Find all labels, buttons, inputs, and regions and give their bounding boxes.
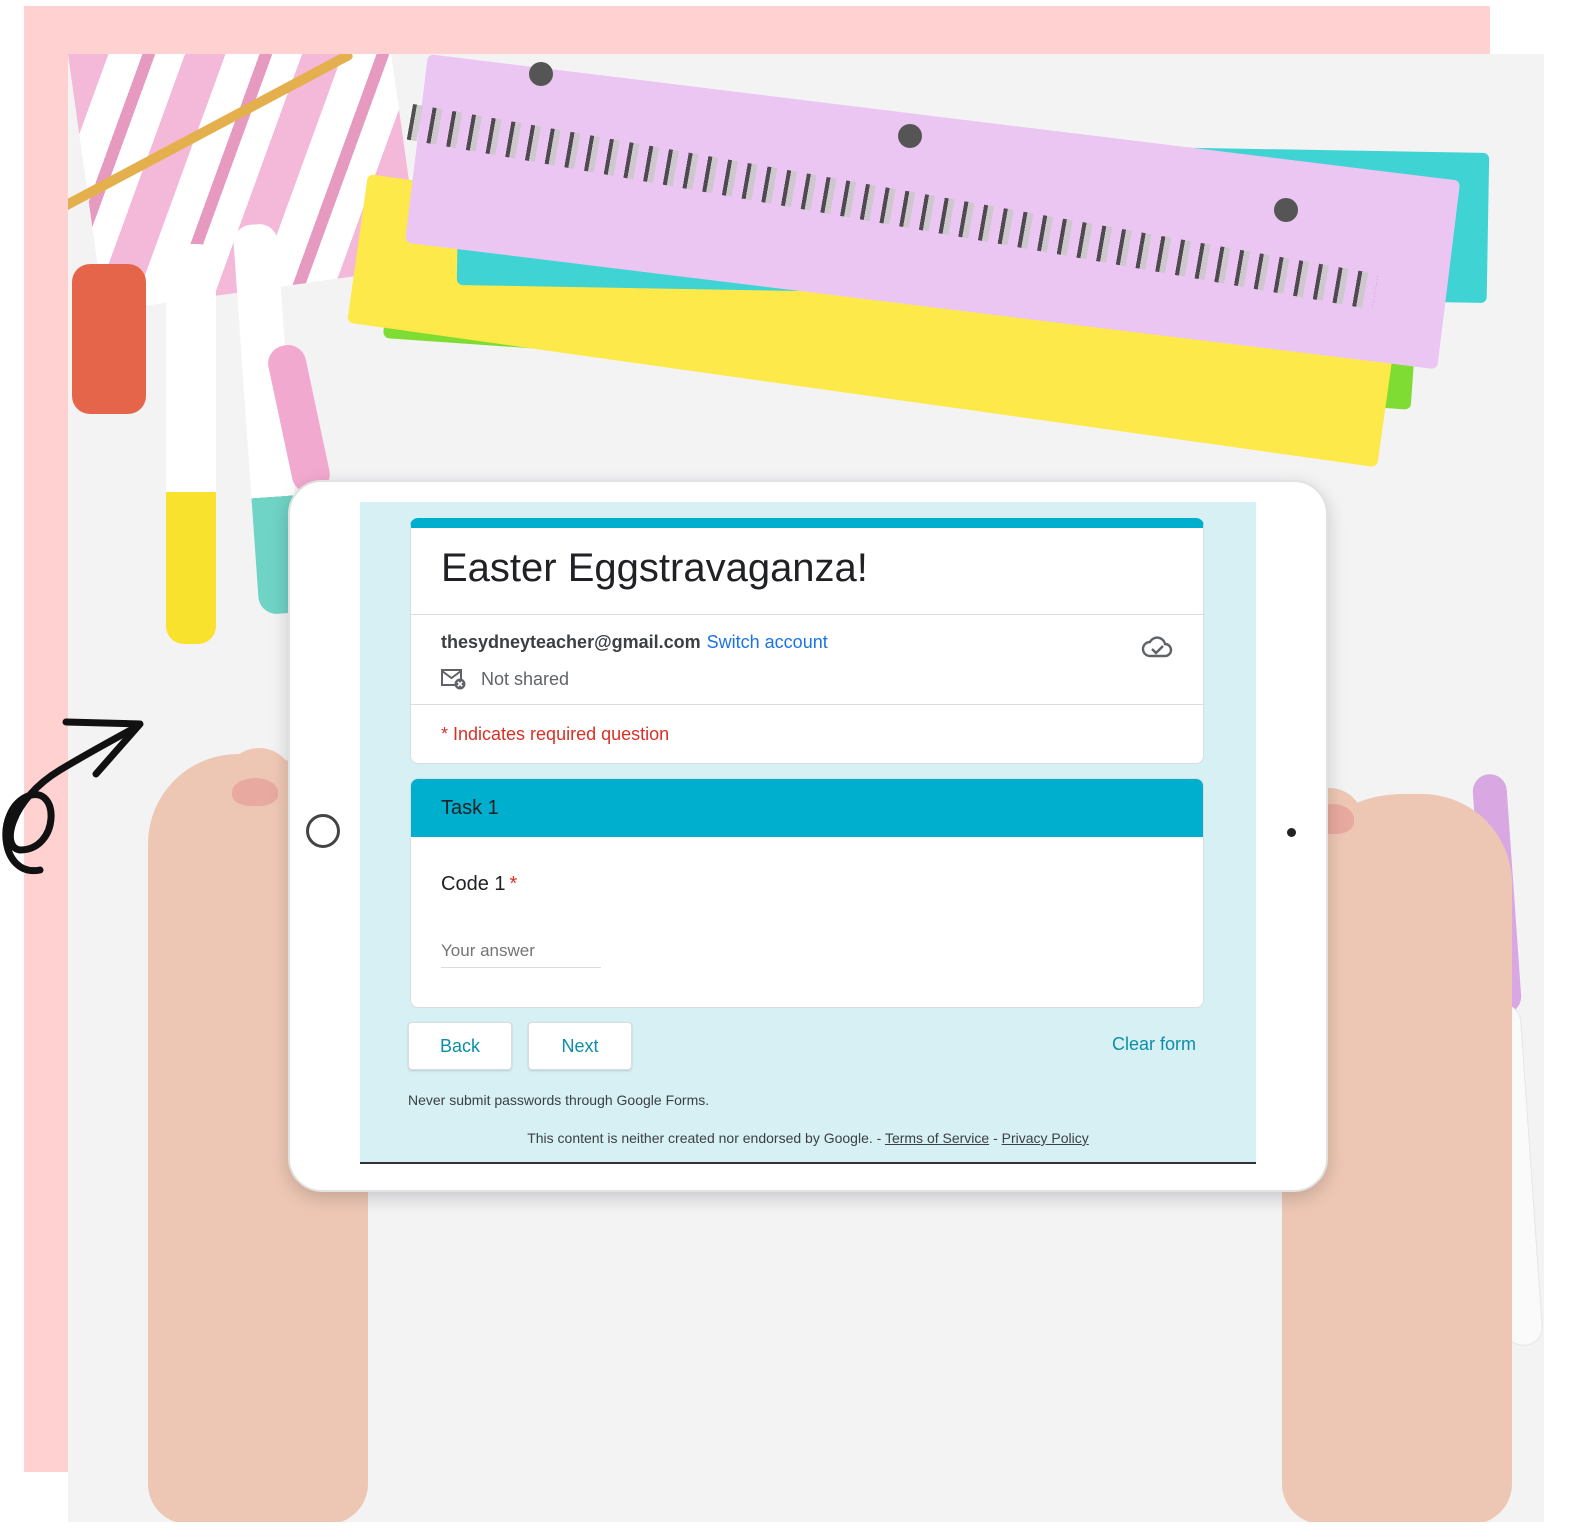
cloud-check-icon: [1141, 636, 1173, 658]
tablet-device: Easter Eggstravaganza! thesydneyteacher@…: [288, 480, 1328, 1192]
divider: [411, 704, 1203, 705]
divider: [411, 614, 1203, 615]
section-title: Task 1: [411, 779, 1203, 837]
left-thumbnail: [232, 778, 278, 806]
yellow-marker: [166, 244, 216, 644]
account-email: thesydneyteacher@gmail.com: [441, 632, 701, 652]
notebook-hole: [1274, 198, 1298, 222]
terms-of-service-link[interactable]: Terms of Service: [885, 1130, 989, 1146]
notebook-stack: [347, 54, 1490, 468]
answer-input[interactable]: [441, 937, 601, 968]
notebook-hole: [529, 62, 553, 86]
form-title: Easter Eggstravaganza!: [441, 546, 868, 590]
notebook-hole: [898, 124, 922, 148]
form-header-card: Easter Eggstravaganza! thesydneyteacher@…: [410, 518, 1204, 764]
required-note: * Indicates required question: [441, 724, 670, 744]
footer-separator: -: [989, 1130, 1002, 1146]
required-asterisk: *: [509, 873, 518, 895]
home-button[interactable]: [306, 814, 340, 848]
footer-disclaimer: This content is neither created nor endo…: [360, 1130, 1256, 1146]
back-button[interactable]: Back: [408, 1022, 512, 1070]
next-button[interactable]: Next: [528, 1022, 632, 1070]
question-title: Code 1 *: [441, 873, 517, 896]
privacy-policy-link[interactable]: Privacy Policy: [1002, 1130, 1089, 1146]
sharing-status: Not shared: [441, 668, 569, 690]
left-thumb: [224, 748, 294, 908]
mail-not-shared-icon: [441, 669, 466, 690]
account-info: thesydneyteacher@gmail.com Switch account: [441, 632, 828, 653]
not-shared-label: Not shared: [481, 668, 570, 689]
front-camera: [1287, 828, 1296, 837]
question-label: Code 1: [441, 873, 506, 895]
switch-account-link[interactable]: Switch account: [707, 632, 828, 652]
password-warning: Never submit passwords through Google Fo…: [408, 1092, 710, 1108]
red-glue-stick: [72, 264, 146, 414]
disclaimer-text: This content is neither created nor endo…: [527, 1130, 885, 1146]
section-card: Task 1 Code 1 *: [410, 778, 1204, 1008]
clear-form-button[interactable]: Clear form: [1112, 1034, 1196, 1055]
hand-drawn-arrow-icon: [2, 718, 144, 875]
google-form-screen: Easter Eggstravaganza! thesydneyteacher@…: [360, 502, 1256, 1164]
